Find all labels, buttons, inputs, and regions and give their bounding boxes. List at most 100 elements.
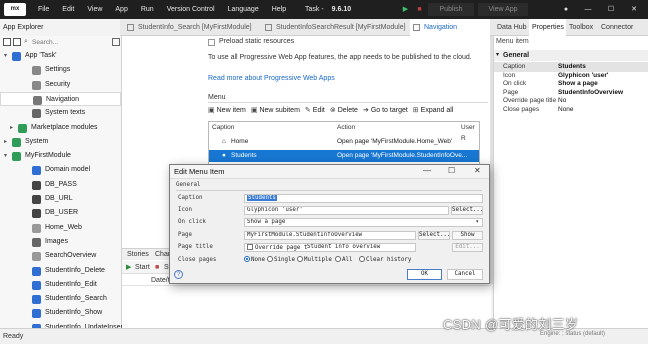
icon-field[interactable]: Glyphicon 'user' — [244, 206, 449, 215]
user-icon[interactable]: ● — [560, 3, 572, 16]
menu-language[interactable]: Language — [228, 0, 259, 19]
radio-button — [267, 256, 273, 262]
property-value: None — [558, 106, 574, 113]
tab-connector[interactable]: Connector — [600, 19, 644, 36]
document-icon — [32, 166, 41, 176]
chevron-down-icon[interactable]: ▾ — [4, 49, 7, 63]
delete-button[interactable]: ⊗ Delete — [330, 104, 358, 117]
view-app-button[interactable]: View App — [478, 3, 528, 16]
tree-item-searchoverview[interactable]: SearchOverview — [0, 249, 121, 263]
page-field[interactable]: MyFirstModule.StudentInfoOverview — [244, 231, 416, 240]
app-version: 9.6.10 — [331, 6, 352, 13]
tree-item-security[interactable]: Security — [0, 78, 121, 92]
stop-icon[interactable]: ■ — [414, 3, 425, 16]
tab-toolbox[interactable]: Toolbox — [566, 19, 600, 36]
chevron-down-icon[interactable]: ▾ — [4, 149, 7, 163]
tree-item-system-texts[interactable]: System texts — [0, 106, 121, 120]
cancel-button[interactable]: Cancel — [447, 269, 483, 280]
new-item-icon: ▣ — [208, 107, 215, 114]
tree-item-studentinfo-edit[interactable]: StudentInfo_Edit — [0, 278, 121, 292]
tab-stories[interactable]: Stories — [127, 249, 149, 261]
properties-section-general[interactable]: ▾ General — [494, 50, 648, 61]
menu-help[interactable]: Help — [272, 0, 286, 19]
radio-clear-history[interactable]: Clear history — [359, 256, 411, 265]
page-select-button[interactable]: Select... — [418, 231, 450, 240]
tree-item-settings[interactable]: Settings — [0, 63, 121, 77]
tab-label: StudentInfo_Search [MyFirstModule] — [138, 24, 252, 31]
dialog-close-button[interactable]: ✕ — [474, 166, 481, 175]
menu-view[interactable]: View — [87, 0, 102, 19]
show-page-button[interactable]: Show — [452, 231, 483, 240]
tab-studentinfo-search-result[interactable]: StudentInfoSearchResult [MyFirstModule] — [262, 19, 406, 36]
tab-app-explorer[interactable]: App Explorer — [0, 19, 120, 36]
tree-item-system[interactable]: ▸ System — [0, 135, 121, 149]
publish-button[interactable]: Publish — [428, 3, 474, 16]
tree-item-studentinfo-delete[interactable]: StudentInfo_Delete — [0, 264, 121, 278]
run-icon[interactable]: ▶ — [399, 3, 412, 16]
expand-all-button[interactable]: ⊞ Expand all — [413, 104, 454, 117]
tree-item-images[interactable]: Images — [0, 235, 121, 249]
tree-item-studentinfo-search[interactable]: StudentInfo_Search — [0, 292, 121, 306]
preload-checkbox[interactable] — [208, 39, 215, 46]
close-button[interactable]: ✕ — [627, 3, 641, 16]
tree-item-marketplace-modules[interactable]: ▸ Marketplace modules — [0, 121, 121, 135]
collapse-all-icon[interactable] — [112, 38, 120, 46]
tab-row: App Explorer StudentInfo_Search [MyFirst… — [0, 19, 648, 36]
icon-select-button[interactable]: Select... — [451, 206, 483, 215]
dialog-maximize-button[interactable]: ☐ — [448, 166, 455, 175]
link-icon[interactable] — [3, 38, 11, 46]
tab-data-hub[interactable]: Data Hub — [493, 19, 529, 36]
chevron-right-icon[interactable]: ▸ — [4, 135, 7, 149]
radio-none[interactable]: None — [244, 256, 265, 265]
search-input[interactable] — [23, 37, 110, 47]
radio-single[interactable]: Single — [267, 256, 295, 265]
menu-toolbar: ▣ New item ▣ New subitem ✎ Edit ⊗ Delete ➔ Go… — [208, 104, 458, 117]
help-icon[interactable]: ? — [174, 270, 183, 279]
tree-item-db-pass[interactable]: DB_PASS — [0, 178, 121, 192]
tree-item-navigation[interactable]: Navigation — [0, 91, 121, 106]
tab-properties[interactable]: Properties — [529, 19, 566, 36]
tree-item-label: Marketplace modules — [31, 123, 98, 131]
property-row-close-pages[interactable]: Close pages None — [494, 105, 648, 115]
menu-app[interactable]: App — [115, 0, 127, 19]
tree-item-app-task[interactable]: ▾ App 'Task' — [0, 49, 121, 63]
filter-icon[interactable] — [13, 38, 21, 46]
maximize-button[interactable]: ☐ — [604, 3, 618, 16]
menu-edit[interactable]: Edit — [62, 0, 74, 19]
caption-field[interactable]: Students — [244, 194, 483, 203]
override-checkbox[interactable] — [247, 244, 253, 250]
tree-item-domain-model[interactable]: Domain model — [0, 163, 121, 177]
go-to-target-button[interactable]: ➔ Go to target — [363, 104, 408, 117]
tree-item-db-user[interactable]: DB_USER — [0, 206, 121, 220]
new-subitem-button[interactable]: ▣ New subitem — [251, 104, 300, 117]
menu-version-control[interactable]: Version Control — [167, 0, 215, 19]
edit-page-title-button[interactable]: Edit... — [452, 243, 483, 252]
tab-navigation[interactable]: Navigation — [410, 19, 490, 36]
pwa-link[interactable]: Read more about Progressive Web Apps — [208, 75, 335, 82]
tree-item-label: Navigation — [46, 95, 80, 103]
tree-item-db-url[interactable]: DB_URL — [0, 192, 121, 206]
table-row[interactable]: ⌂ Home Open page 'MyFirstModule.Home_Web… — [209, 136, 479, 148]
ok-button[interactable]: OK — [407, 269, 442, 280]
minimize-button[interactable]: — — [581, 3, 595, 16]
start-button[interactable]: Start — [135, 261, 150, 274]
dialog-minimize-button[interactable]: — — [423, 166, 431, 175]
table-row[interactable]: ● Students Open page 'MyFirstModule.Stud… — [209, 150, 479, 162]
menu-run[interactable]: Run — [141, 0, 154, 19]
tree-item-label: App 'Task' — [25, 52, 57, 59]
page-label: Page — [178, 232, 192, 238]
tab-studentinfo-search[interactable]: StudentInfo_Search [MyFirstModule] — [124, 19, 259, 36]
tree-item-home-web[interactable]: Home_Web — [0, 221, 121, 235]
menu-file[interactable]: File — [38, 0, 49, 19]
chevron-right-icon[interactable]: ▸ — [10, 121, 13, 135]
document-icon — [32, 295, 41, 305]
document-icon — [12, 152, 21, 162]
tree-item-myfirstmodule[interactable]: ▾ MyFirstModule — [0, 149, 121, 163]
radio-all[interactable]: All — [335, 256, 352, 265]
edit-button[interactable]: ✎ Edit — [305, 104, 325, 117]
radio-multiple[interactable]: Multiple — [297, 256, 332, 265]
new-item-button[interactable]: ▣ New item — [208, 104, 246, 117]
csdn-watermark: CSDN @可爱的刘三岁 — [443, 317, 579, 332]
on-click-select[interactable]: Show a page ▾ — [244, 218, 483, 227]
tree-item-studentinfo-show[interactable]: StudentInfo_Show — [0, 306, 121, 320]
